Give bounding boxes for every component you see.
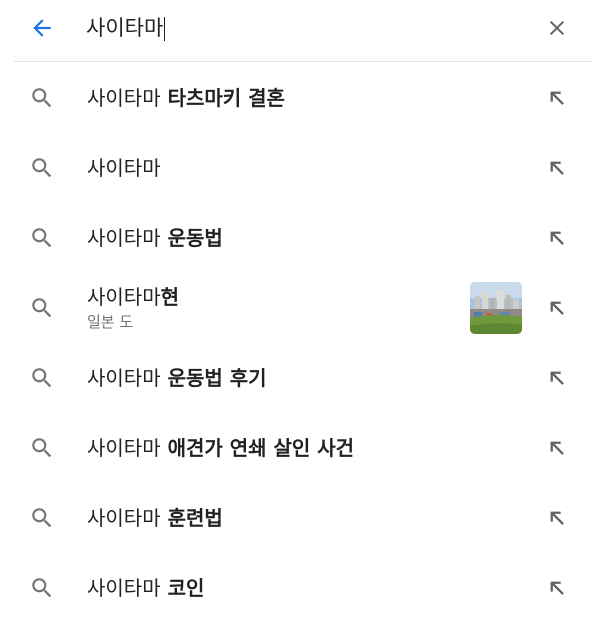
suggestion-completion: 타츠마키 결혼 (160, 86, 285, 110)
suggestion-row[interactable]: 사이타마 운동법 (0, 203, 600, 273)
suggestion-label: 사이타마 운동법 후기 (87, 365, 267, 391)
suggestion-prefix: 사이타마 (87, 436, 161, 460)
suggestion-row[interactable]: 사이타마 훈련법 (0, 483, 600, 553)
arrow-up-left-icon (550, 441, 564, 455)
suggestion-completion: 훈련법 (160, 506, 223, 530)
suggestion-row[interactable]: 사이타마 코인 (0, 553, 600, 623)
arrow-up-left-icon (550, 511, 564, 525)
suggestion-row[interactable]: 사이타마 애견가 연쇄 살인 사건 (0, 413, 600, 483)
fill-query-button[interactable] (540, 291, 574, 325)
suggestion-label: 사이타마현 (87, 284, 179, 310)
suggestion-row[interactable]: 사이타마 운동법 후기 (0, 343, 600, 413)
fill-query-button[interactable] (540, 431, 574, 465)
search-icon (28, 364, 56, 392)
suggestion-prefix: 사이타마 (87, 156, 161, 180)
suggestion-prefix: 사이타마 (87, 576, 161, 600)
search-query-text: 사이타마 (86, 16, 164, 40)
search-icon (28, 504, 56, 532)
search-divider (14, 61, 592, 62)
arrow-up-left-icon (550, 581, 564, 595)
back-button[interactable] (26, 12, 58, 44)
suggestion-text: 사이타마 운동법 (87, 203, 223, 273)
arrow-up-left-icon (550, 91, 564, 105)
arrow-up-left-icon (550, 231, 564, 245)
close-icon (550, 21, 564, 35)
search-icon (28, 294, 56, 322)
search-input[interactable]: 사이타마 (86, 12, 166, 44)
search-icon (28, 224, 56, 252)
suggestion-completion: 코인 (160, 576, 205, 600)
suggestion-label: 사이타마 타츠마키 결혼 (87, 85, 285, 111)
suggestion-label: 사이타마 훈련법 (87, 505, 223, 531)
suggestion-completion: 현 (160, 285, 180, 309)
suggestion-completion: 운동법 후기 (160, 366, 267, 390)
fill-query-button[interactable] (540, 571, 574, 605)
suggestion-list: 사이타마 타츠마키 결혼 사이타마 사이타마 운동법 사이타마현 일본 도 사이… (0, 63, 600, 623)
suggestion-row[interactable]: 사이타마 (0, 133, 600, 203)
suggestion-text: 사이타마현 일본 도 (87, 273, 179, 343)
suggestion-prefix: 사이타마 (87, 366, 161, 390)
text-caret (164, 17, 166, 41)
suggestion-prefix: 사이타마 (87, 506, 161, 530)
suggestion-label: 사이타마 (87, 155, 161, 181)
search-icon (28, 154, 56, 182)
search-icon (28, 84, 56, 112)
suggestion-text: 사이타마 타츠마키 결혼 (87, 63, 285, 133)
arrow-back-icon (33, 19, 51, 37)
fill-query-button[interactable] (540, 221, 574, 255)
clear-button[interactable] (540, 12, 574, 44)
search-icon (28, 574, 56, 602)
suggestion-row[interactable]: 사이타마 타츠마키 결혼 (0, 63, 600, 133)
suggestion-label: 사이타마 애견가 연쇄 살인 사건 (87, 435, 354, 461)
suggestion-subtitle: 일본 도 (87, 313, 134, 331)
suggestion-text: 사이타마 훈련법 (87, 483, 223, 553)
fill-query-button[interactable] (540, 361, 574, 395)
suggestion-prefix: 사이타마 (87, 226, 161, 250)
suggestion-text: 사이타마 (87, 133, 161, 203)
search-icon (28, 434, 56, 462)
arrow-up-left-icon (550, 161, 564, 175)
suggestion-text: 사이타마 운동법 후기 (87, 343, 267, 413)
suggestion-text: 사이타마 코인 (87, 553, 204, 623)
fill-query-button[interactable] (540, 501, 574, 535)
suggestion-completion: 애견가 연쇄 살인 사건 (160, 436, 355, 460)
suggestion-text: 사이타마 애견가 연쇄 살인 사건 (87, 413, 354, 483)
suggestion-thumbnail (470, 282, 522, 334)
suggestion-prefix: 사이타마 (87, 86, 161, 110)
suggestion-label: 사이타마 코인 (87, 575, 204, 601)
suggestion-row[interactable]: 사이타마현 일본 도 (0, 273, 600, 343)
fill-query-button[interactable] (540, 81, 574, 115)
suggestion-label: 사이타마 운동법 (87, 225, 223, 251)
fill-query-button[interactable] (540, 151, 574, 185)
arrow-up-left-icon (550, 371, 564, 385)
suggestion-prefix: 사이타마 (87, 285, 161, 309)
search-bar: 사이타마 (0, 0, 600, 58)
arrow-up-left-icon (550, 301, 564, 315)
suggestion-completion: 운동법 (160, 226, 223, 250)
